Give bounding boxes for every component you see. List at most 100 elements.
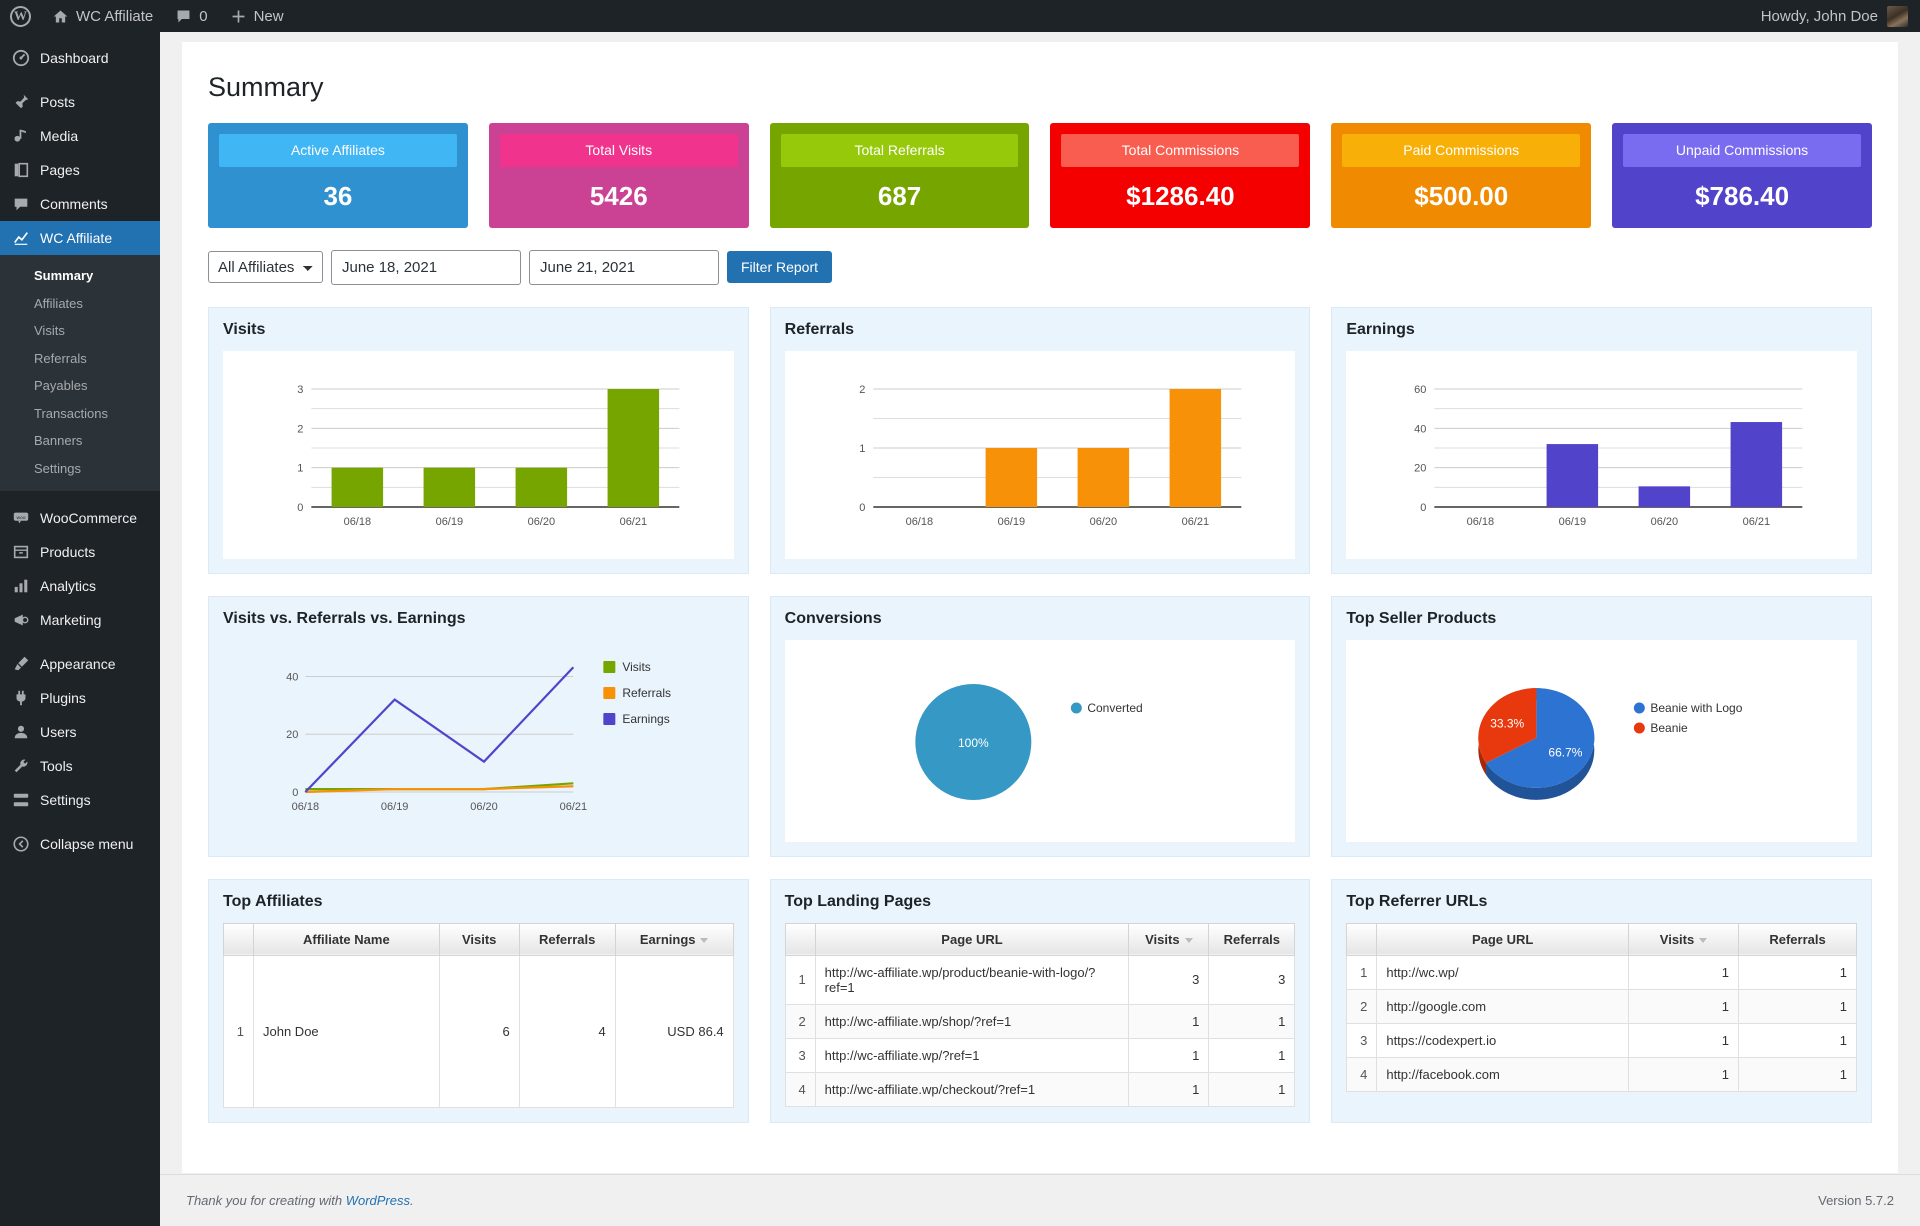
top-seller-chart[interactable]: 66.7%33.3%Beanie with LogoBeanie <box>1346 640 1857 842</box>
sidebar-item-appearance[interactable]: Appearance <box>0 647 160 681</box>
table-row[interactable]: 2http://google.com11 <box>1347 989 1857 1023</box>
table-row[interactable]: 1http://wc.wp/11 <box>1347 955 1857 989</box>
stat-card-label: Active Affiliates <box>219 134 457 167</box>
wordpress-link[interactable]: WordPress <box>346 1193 410 1208</box>
col-visits[interactable]: Visits <box>1129 923 1209 955</box>
sidebar-item-tools[interactable]: Tools <box>0 749 160 783</box>
date-to-input[interactable] <box>529 250 719 285</box>
col-visits[interactable]: Visits <box>439 923 519 955</box>
sidebar-label: Plugins <box>40 690 86 706</box>
sidebar-item-affiliates[interactable]: Affiliates <box>0 290 160 318</box>
site-name-label: WC Affiliate <box>76 8 153 25</box>
earnings-chart[interactable]: 020406006/1806/1906/2006/21 <box>1346 351 1857 559</box>
svg-text:0: 0 <box>292 787 298 799</box>
panel-title: Top Referrer URLs <box>1346 893 1857 911</box>
table-row[interactable]: 4http://wc-affiliate.wp/checkout/?ref=11… <box>785 1072 1295 1106</box>
sidebar-item-settings[interactable]: Settings <box>0 455 160 483</box>
svg-text:06/20: 06/20 <box>1651 516 1679 528</box>
referrals-chart[interactable]: 01206/1806/1906/2006/21 <box>785 351 1296 559</box>
table-row[interactable]: 4http://facebook.com11 <box>1347 1057 1857 1091</box>
panel-title: Top Landing Pages <box>785 893 1296 911</box>
panel-title: Visits <box>223 321 734 339</box>
comments-button[interactable]: 0 <box>164 0 218 32</box>
svg-text:20: 20 <box>286 729 298 741</box>
svg-text:1: 1 <box>297 463 303 475</box>
sidebar-item-wc-affiliate[interactable]: WC Affiliate <box>0 221 160 255</box>
visits-chart[interactable]: 012306/1806/1906/2006/21 <box>223 351 734 559</box>
cell-index: 3 <box>785 1038 815 1072</box>
sidebar-item-referrals[interactable]: Referrals <box>0 345 160 373</box>
col-affiliate-name[interactable]: Affiliate Name <box>254 923 440 955</box>
table-row[interactable]: 3http://wc-affiliate.wp/?ref=111 <box>785 1038 1295 1072</box>
sidebar-item-pages[interactable]: Pages <box>0 153 160 187</box>
sidebar-item-media[interactable]: Media <box>0 119 160 153</box>
new-content-button[interactable]: New <box>219 0 295 32</box>
cell-visits: 1 <box>1629 1023 1739 1057</box>
collapse-menu-button[interactable]: Collapse menu <box>0 827 160 861</box>
sidebar-item-analytics[interactable]: Analytics <box>0 569 160 603</box>
svg-text:06/20: 06/20 <box>1089 516 1117 528</box>
conversions-chart[interactable]: 100%Converted <box>785 640 1296 842</box>
wordpress-logo-button[interactable]: W <box>0 0 41 32</box>
combo-chart[interactable]: 0204006/1806/1906/2006/21VisitsReferrals… <box>223 640 734 840</box>
sidebar-label: Analytics <box>40 578 96 594</box>
cell-visits: 3 <box>1129 955 1209 1004</box>
sidebar-item-summary[interactable]: Summary <box>0 262 160 290</box>
svg-text:06/21: 06/21 <box>560 801 588 813</box>
sidebar-item-plugins[interactable]: Plugins <box>0 681 160 715</box>
table-row[interactable]: 3https://codexpert.io11 <box>1347 1023 1857 1057</box>
col-index[interactable] <box>224 923 254 955</box>
col-index[interactable] <box>1347 923 1377 955</box>
sidebar-item-comments[interactable]: Comments <box>0 187 160 221</box>
admin-footer: Thank you for creating with WordPress. V… <box>160 1174 1920 1226</box>
affiliate-select[interactable]: All Affiliates <box>208 251 323 283</box>
footer-version: Version 5.7.2 <box>1818 1193 1894 1208</box>
sidebar-item-woocommerce[interactable]: woo WooCommerce <box>0 501 160 535</box>
svg-text:06/18: 06/18 <box>905 516 933 528</box>
stat-card-label: Paid Commissions <box>1342 134 1580 167</box>
sidebar-item-posts[interactable]: Posts <box>0 85 160 119</box>
panel-top-seller: Top Seller Products 66.7%33.3%Beanie wit… <box>1331 596 1872 857</box>
svg-text:woo: woo <box>16 516 25 521</box>
sidebar-item-products[interactable]: Products <box>0 535 160 569</box>
stat-card-value: 687 <box>781 181 1019 212</box>
chart-line-icon <box>11 228 31 248</box>
stat-card-total-commissions: Total Commissions $1286.40 <box>1050 123 1310 228</box>
sidebar-item-banners[interactable]: Banners <box>0 427 160 455</box>
site-name-button[interactable]: WC Affiliate <box>41 0 164 32</box>
sidebar-divider <box>0 491 160 501</box>
sidebar-item-marketing[interactable]: Marketing <box>0 603 160 637</box>
table-row[interactable]: 1http://wc-affiliate.wp/product/beanie-w… <box>785 955 1295 1004</box>
svg-text:Earnings: Earnings <box>622 712 669 726</box>
stat-card-total-visits: Total Visits 5426 <box>489 123 749 228</box>
sidebar-item-transactions[interactable]: Transactions <box>0 400 160 428</box>
col-referrals[interactable]: Referrals <box>1209 923 1295 955</box>
col-referrals[interactable]: Referrals <box>519 923 615 955</box>
dashboard-icon <box>11 48 31 68</box>
stat-card-label: Total Visits <box>500 134 738 167</box>
table-row[interactable]: 1 John Doe 6 4 USD 86.4 <box>224 955 734 1107</box>
sidebar-item-settings[interactable]: Settings <box>0 783 160 817</box>
sidebar-item-payables[interactable]: Payables <box>0 372 160 400</box>
date-from-input[interactable] <box>331 250 521 285</box>
filter-report-button[interactable]: Filter Report <box>727 251 832 283</box>
sidebar-label: Media <box>40 128 78 144</box>
col-visits[interactable]: Visits <box>1629 923 1739 955</box>
my-account-menu[interactable]: Howdy, John Doe <box>1761 6 1920 27</box>
sidebar-item-visits[interactable]: Visits <box>0 317 160 345</box>
cell-referrals: 1 <box>1739 955 1857 989</box>
stat-card-unpaid-commissions: Unpaid Commissions $786.40 <box>1612 123 1872 228</box>
col-page-url[interactable]: Page URL <box>815 923 1129 955</box>
col-earnings[interactable]: Earnings <box>615 923 733 955</box>
sort-caret-icon <box>700 938 708 943</box>
svg-text:Converted: Converted <box>1087 701 1142 715</box>
page-title: Summary <box>208 64 1872 123</box>
col-index[interactable] <box>785 923 815 955</box>
col-referrals[interactable]: Referrals <box>1739 923 1857 955</box>
sidebar-item-dashboard[interactable]: Dashboard <box>0 41 160 75</box>
sidebar-item-users[interactable]: Users <box>0 715 160 749</box>
sidebar-label: WC Affiliate <box>40 230 112 246</box>
col-page-url[interactable]: Page URL <box>1377 923 1629 955</box>
table-row[interactable]: 2http://wc-affiliate.wp/shop/?ref=111 <box>785 1004 1295 1038</box>
stat-card-active-affiliates: Active Affiliates 36 <box>208 123 468 228</box>
